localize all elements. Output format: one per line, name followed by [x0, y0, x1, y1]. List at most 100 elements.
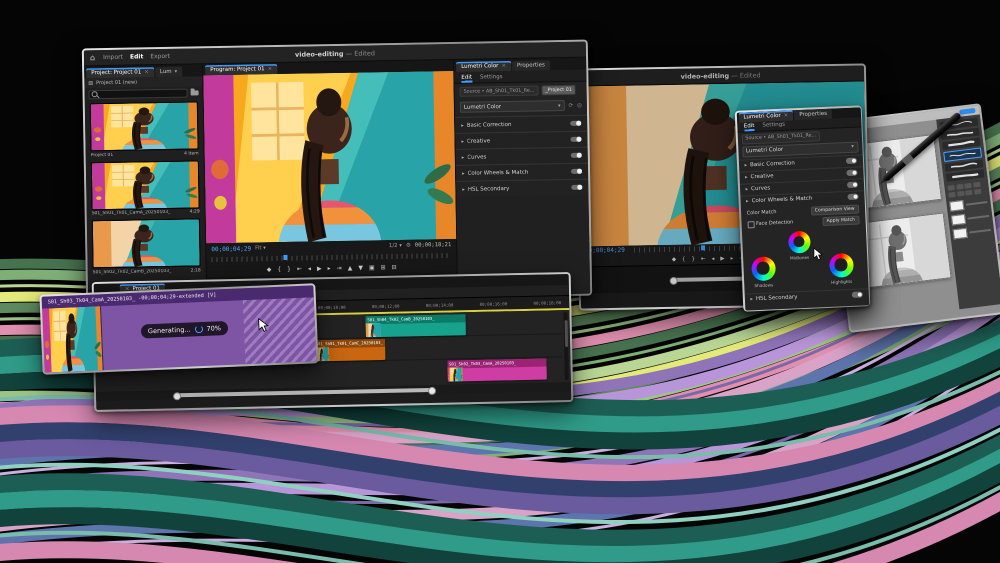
playhead[interactable] — [283, 255, 287, 260]
close-icon[interactable] — [144, 69, 149, 75]
playhead[interactable] — [701, 245, 705, 250]
play-button[interactable]: ▶ — [317, 266, 322, 272]
overwrite-button[interactable]: ⊟ — [392, 264, 397, 270]
layer-thumbnail — [949, 199, 964, 211]
project-chip[interactable]: _Project 01 — [541, 85, 576, 96]
go-to-in-button[interactable]: ⇤ — [297, 266, 302, 272]
section-toggle[interactable] — [846, 170, 857, 176]
section-label: Color Wheels & Match — [468, 168, 572, 176]
menu-import[interactable]: Import — [103, 54, 123, 61]
mark-out-button[interactable]: } — [287, 266, 291, 272]
vertical-scrollbar[interactable] — [563, 312, 568, 380]
generating-badge: Generating... 70% — [141, 321, 229, 339]
project-item[interactable]: Project 014 Item — [90, 101, 199, 157]
tool-button[interactable] — [973, 188, 981, 194]
close-icon[interactable] — [501, 63, 506, 69]
project-item-thumbnail — [90, 101, 199, 151]
chevron-down-icon — [399, 243, 402, 249]
source-chip[interactable]: Source • AB_Sh01_Tk01_Re... — [741, 131, 820, 144]
new-bin-icon[interactable] — [191, 90, 199, 95]
play-button[interactable]: ▶ — [720, 255, 724, 261]
lift-button[interactable]: ▲ — [348, 265, 353, 271]
tool-button[interactable] — [965, 189, 973, 195]
tool-button[interactable] — [973, 182, 981, 188]
source-chip[interactable]: Source • AB_Sh01_Tk01_Re... — [460, 85, 539, 96]
layer-row[interactable] — [949, 197, 988, 212]
tool-button[interactable] — [947, 185, 955, 191]
search-input[interactable] — [89, 88, 188, 99]
apply-match-button[interactable]: Apply Match — [822, 215, 859, 226]
mark-in-button[interactable]: { — [277, 266, 281, 272]
fit-dropdown[interactable]: Fit — [255, 245, 266, 251]
subtab-edit[interactable]: Edit — [461, 74, 472, 80]
layer-row[interactable] — [953, 224, 992, 239]
project-item[interactable]: S01_Sh02_Tk02_CamB_20250103_2;18 — [92, 218, 201, 274]
settings-wrench-icon[interactable]: ⚙ — [406, 243, 411, 249]
reset-icon[interactable]: ⟳ — [568, 102, 573, 108]
tool-button[interactable] — [948, 191, 956, 197]
color-wheel-highlights[interactable] — [828, 252, 853, 277]
window-title: video-editing — Edited — [577, 69, 864, 82]
go-to-in-button[interactable]: ⇤ — [701, 256, 706, 262]
tab-lumetri-scopes[interactable]: Lum — [155, 67, 182, 77]
mark-in-button[interactable]: { — [682, 256, 686, 262]
tool-button[interactable] — [956, 184, 964, 190]
timeline-clip[interactable]: S01_Sh02_Tk03_CamA_20250103_ — [447, 359, 547, 382]
project-item-caption: Project 014 Item — [91, 151, 199, 158]
close-icon[interactable] — [268, 66, 273, 72]
layer-row[interactable] — [951, 210, 990, 225]
tab-properties[interactable]: Properties — [512, 60, 550, 71]
section-toggle[interactable] — [846, 182, 857, 188]
eye-icon[interactable]: ◎ — [577, 102, 582, 108]
section-toggle[interactable] — [570, 120, 581, 126]
mark-out-button[interactable]: } — [691, 256, 695, 262]
tool-button[interactable] — [964, 183, 972, 189]
playhead-timecode: 00;00;04;29 — [211, 245, 251, 253]
generating-clip[interactable]: S01_Sh03_Tk04_CamA_20250103_ -00;00;04;2… — [39, 283, 318, 374]
mouse-cursor — [257, 318, 269, 333]
color-wheel-shadows[interactable] — [751, 256, 776, 281]
project-item[interactable]: S01_Sh01_Tk01_CamA_20250103_4;29 — [91, 160, 200, 216]
extract-button[interactable]: ▼ — [358, 265, 363, 271]
add-marker-button[interactable]: ◆ — [267, 267, 272, 273]
section-toggle[interactable] — [570, 136, 581, 142]
subtab-edit[interactable]: Edit — [744, 123, 755, 129]
section-toggle[interactable] — [571, 168, 582, 174]
section-toggle[interactable] — [847, 194, 858, 200]
spinner-icon — [194, 325, 202, 333]
step-forward-button[interactable]: ▸ — [731, 255, 734, 261]
lumetri-panel: Lumetri Color Properties Edit Settings S… — [454, 58, 590, 296]
subtab-settings[interactable]: Settings — [762, 122, 785, 129]
go-to-out-button[interactable]: ⇥ — [337, 265, 342, 271]
add-marker-button[interactable]: ◆ — [672, 256, 676, 262]
step-forward-button[interactable]: ▸ — [328, 266, 331, 272]
export-frame-button[interactable]: ▣ — [369, 265, 375, 271]
menu-export[interactable]: Export — [150, 53, 170, 60]
section-toggle[interactable] — [571, 184, 582, 190]
timeline-clip[interactable]: S01_Sh04_Tk02_CamB_20250103_ — [365, 314, 465, 337]
ruler-timecode: 00;00;16;00 — [480, 301, 508, 307]
tool-button[interactable] — [957, 190, 965, 196]
subtab-settings[interactable]: Settings — [480, 74, 503, 80]
section-toggle[interactable] — [851, 292, 862, 298]
section-toggle[interactable] — [845, 158, 856, 164]
color-wheel-midtones[interactable] — [787, 230, 810, 253]
preset-dropdown[interactable]: Lumetri Color — [460, 100, 565, 113]
resolution-dropdown[interactable]: 1/2 — [389, 243, 402, 249]
comparison-view-button[interactable]: Comparison View — [811, 204, 859, 215]
section-label: Creative — [467, 136, 571, 144]
insert-button[interactable]: ⊞ — [381, 265, 386, 271]
face-detection-checkbox[interactable]: Face Detection — [747, 219, 793, 228]
section-toggle[interactable] — [571, 152, 582, 158]
menu-edit[interactable]: Edit — [130, 53, 143, 60]
project-item-caption: S01_Sh02_Tk02_CamB_20250103_2;18 — [93, 268, 201, 275]
timeline-clip[interactable]: S01_Sh01_Tk01_CamC_20250103_ — [313, 339, 385, 361]
menu-bar: Import Edit Export — [103, 53, 170, 61]
step-back-button[interactable]: ◂ — [308, 266, 311, 272]
tab-properties[interactable]: Properties — [794, 108, 832, 120]
project-item-name: Project 01 — [91, 152, 114, 157]
project-item-thumbnail — [92, 218, 201, 268]
step-back-button[interactable]: ◂ — [712, 256, 715, 262]
close-icon[interactable] — [784, 112, 789, 118]
lumetri-floating-panel: Lumetri Color Properties Edit Settings S… — [735, 105, 871, 311]
